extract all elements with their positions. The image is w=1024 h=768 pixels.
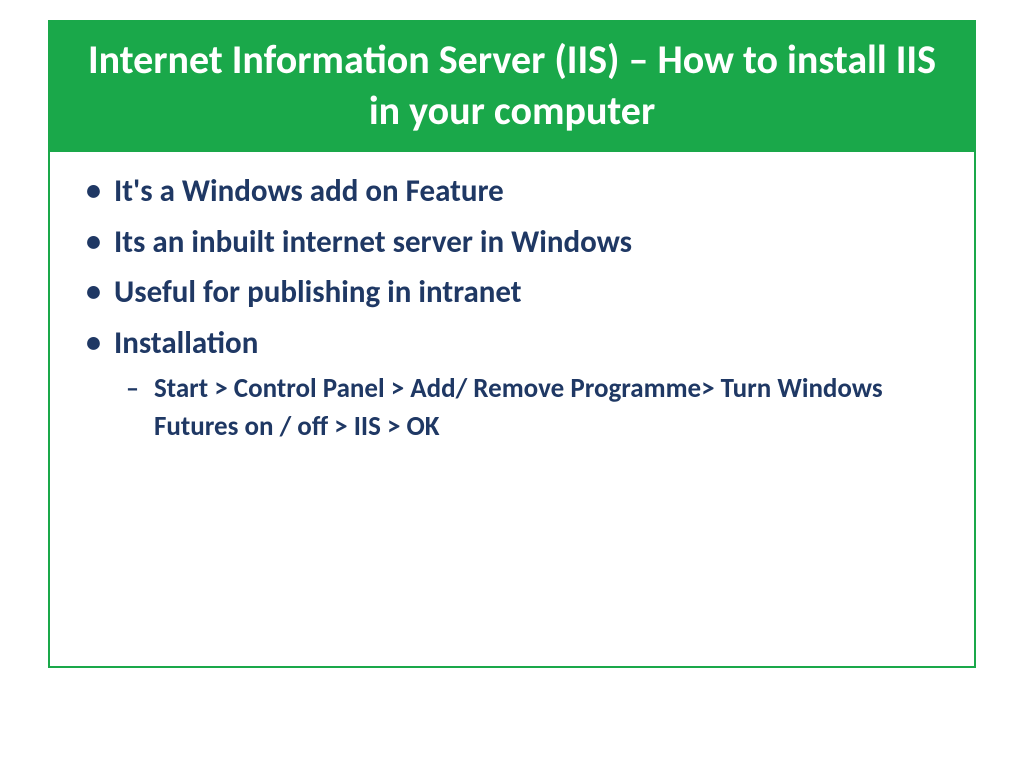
bullet-item: It's a Windows add on Feature [78,168,946,215]
sub-bullet-list: Start > Control Panel > Add/ Remove Prog… [78,370,946,446]
bullet-item: Its an inbuilt internet server in Window… [78,219,946,266]
bullet-item: Installation [78,320,946,367]
sub-bullet-item: Start > Control Panel > Add/ Remove Prog… [78,370,946,446]
slide-title: Internet Information Server (IIS) – How … [48,20,976,150]
content-box: It's a Windows add on Feature Its an inb… [48,150,976,668]
bullet-item: Useful for publishing in intranet [78,269,946,316]
bullet-list: It's a Windows add on Feature Its an inb… [78,168,946,366]
slide-container: Internet Information Server (IIS) – How … [0,0,1024,768]
